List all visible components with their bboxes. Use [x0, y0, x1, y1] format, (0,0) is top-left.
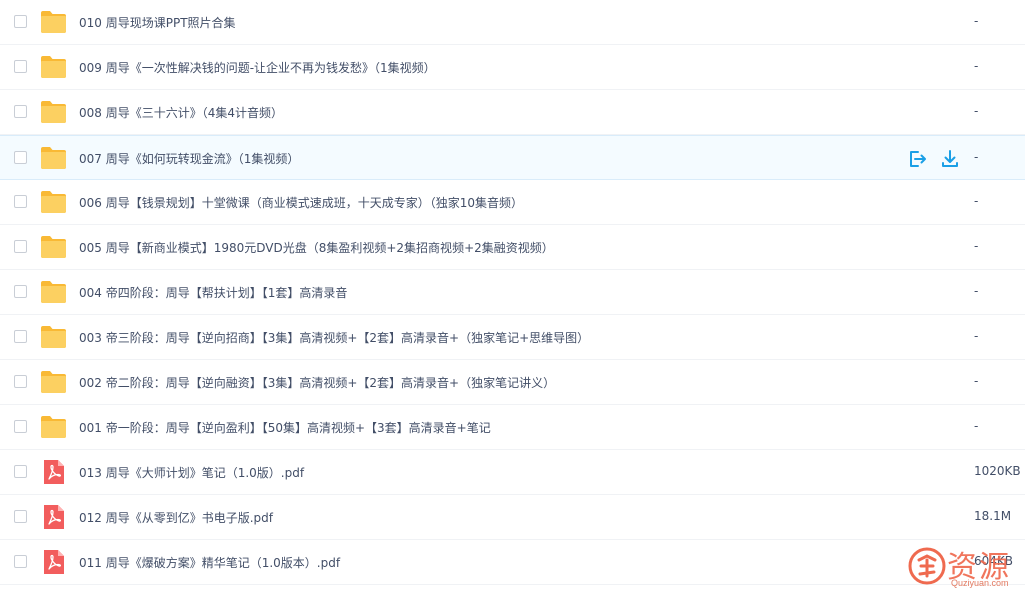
file-size: - — [974, 14, 979, 28]
file-name-link[interactable]: 008 周导《三十六计》（4集4计音频） — [79, 104, 283, 121]
folder-row[interactable]: 001 帝一阶段：周导【逆向盈利】【50集】高清视频+【3套】高清录音+笔记 - — [0, 405, 1025, 450]
file-size: - — [974, 194, 979, 208]
file-row[interactable]: 012 周导《从零到亿》书电子版.pdf 18.1M — [0, 495, 1025, 540]
folder-icon — [40, 100, 67, 124]
folder-icon — [40, 146, 67, 170]
file-name-link[interactable]: 006 周导【钱景规划】十堂微课（商业模式速成班，十天成专家）（独家10集音频） — [79, 194, 523, 211]
folder-row[interactable]: 006 周导【钱景规划】十堂微课（商业模式速成班，十天成专家）（独家10集音频）… — [0, 180, 1025, 225]
folder-row[interactable]: 007 周导《如何玩转现金流》（1集视频） - — [0, 135, 1025, 180]
file-row[interactable]: 011 周导《爆破方案》精华笔记（1.0版本）.pdf 604KB — [0, 540, 1025, 585]
file-size: - — [974, 59, 979, 73]
folder-row[interactable]: 002 帝二阶段：周导【逆向融资】【3集】高清视频+【2套】高清录音+（独家笔记… — [0, 360, 1025, 405]
file-size: - — [974, 150, 979, 164]
file-size: - — [974, 329, 979, 343]
folder-icon — [40, 190, 67, 214]
row-checkbox[interactable] — [14, 555, 27, 568]
file-size: 1020KB — [974, 464, 1021, 478]
file-name-link[interactable]: 013 周导《大师计划》笔记（1.0版）.pdf — [79, 464, 304, 481]
download-icon[interactable] — [939, 148, 961, 170]
file-name-link[interactable]: 002 帝二阶段：周导【逆向融资】【3集】高清视频+【2套】高清录音+（独家笔记… — [79, 374, 555, 391]
file-name-link[interactable]: 001 帝一阶段：周导【逆向盈利】【50集】高清视频+【3套】高清录音+笔记 — [79, 419, 491, 436]
file-size: - — [974, 239, 979, 253]
folder-row[interactable]: 004 帝四阶段：周导【帮扶计划】【1套】高清录音 - — [0, 270, 1025, 315]
row-checkbox[interactable] — [14, 285, 27, 298]
row-checkbox[interactable] — [14, 60, 27, 73]
row-checkbox[interactable] — [14, 151, 27, 164]
row-checkbox[interactable] — [14, 465, 27, 478]
file-name-link[interactable]: 009 周导《一次性解决钱的问题-让企业不再为钱发愁》（1集视频） — [79, 59, 436, 76]
row-checkbox[interactable] — [14, 330, 27, 343]
share-icon[interactable] — [907, 148, 929, 170]
row-checkbox[interactable] — [14, 105, 27, 118]
file-size: - — [974, 374, 979, 388]
folder-row[interactable]: 009 周导《一次性解决钱的问题-让企业不再为钱发愁》（1集视频） - — [0, 45, 1025, 90]
pdf-file-icon — [40, 460, 67, 484]
folder-icon — [40, 280, 67, 304]
watermark-logo-icon — [908, 547, 946, 585]
watermark-subtext: Quziyuan.com — [951, 578, 1009, 588]
folder-icon — [40, 415, 67, 439]
file-name-link[interactable]: 007 周导《如何玩转现金流》（1集视频） — [79, 150, 299, 167]
folder-icon — [40, 55, 67, 79]
pdf-file-icon — [40, 505, 67, 529]
folder-row[interactable]: 003 帝三阶段：周导【逆向招商】【3集】高清视频+【2套】高清录音+（独家笔记… — [0, 315, 1025, 360]
folder-row[interactable]: 008 周导《三十六计》（4集4计音频） - — [0, 90, 1025, 135]
row-checkbox[interactable] — [14, 240, 27, 253]
file-name-link[interactable]: 005 周导【新商业模式】1980元DVD光盘（8集盈利视频+2集招商视频+2集… — [79, 239, 554, 256]
folder-icon — [40, 235, 67, 259]
folder-row[interactable]: 005 周导【新商业模式】1980元DVD光盘（8集盈利视频+2集招商视频+2集… — [0, 225, 1025, 270]
file-name-link[interactable]: 004 帝四阶段：周导【帮扶计划】【1套】高清录音 — [79, 284, 347, 301]
file-size: 18.1M — [974, 509, 1012, 523]
row-checkbox[interactable] — [14, 195, 27, 208]
file-name-link[interactable]: 012 周导《从零到亿》书电子版.pdf — [79, 509, 273, 526]
folder-icon — [40, 10, 67, 34]
file-name-link[interactable]: 003 帝三阶段：周导【逆向招商】【3集】高清视频+【2套】高清录音+（独家笔记… — [79, 329, 589, 346]
row-checkbox[interactable] — [14, 420, 27, 433]
folder-row[interactable]: 010 周导现场课PPT照片合集 - — [0, 0, 1025, 45]
row-checkbox[interactable] — [14, 375, 27, 388]
file-row[interactable]: 013 周导《大师计划》笔记（1.0版）.pdf 1020KB — [0, 450, 1025, 495]
row-checkbox[interactable] — [14, 510, 27, 523]
file-size: - — [974, 284, 979, 298]
file-name-link[interactable]: 010 周导现场课PPT照片合集 — [79, 14, 236, 31]
folder-icon — [40, 325, 67, 349]
row-checkbox[interactable] — [14, 15, 27, 28]
file-size: - — [974, 104, 979, 118]
watermark: 资源 Quziyuan.com — [903, 542, 1025, 590]
pdf-file-icon — [40, 550, 67, 574]
file-size: - — [974, 419, 979, 433]
folder-icon — [40, 370, 67, 394]
file-name-link[interactable]: 011 周导《爆破方案》精华笔记（1.0版本）.pdf — [79, 554, 340, 571]
